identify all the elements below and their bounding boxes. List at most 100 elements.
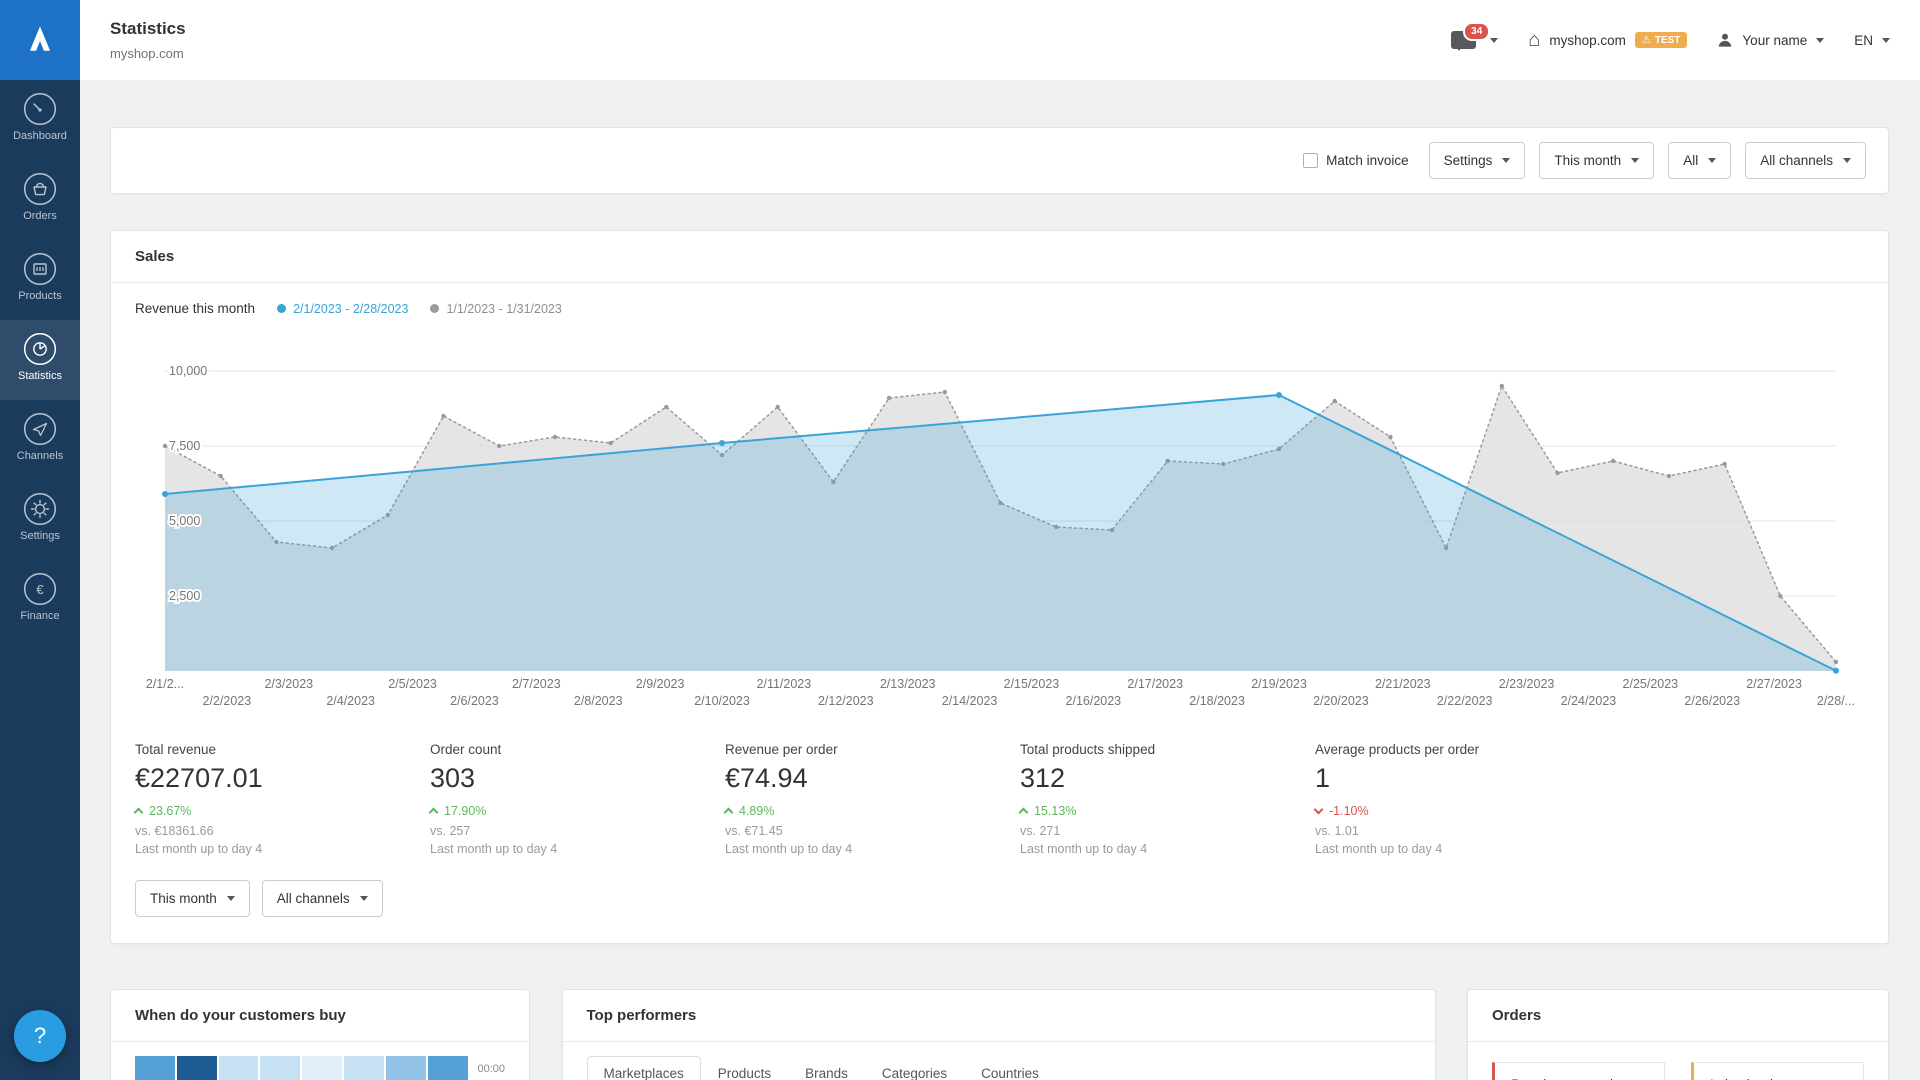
tab-countries[interactable]: Countries (964, 1056, 1056, 1080)
trend-icon (1314, 805, 1324, 815)
svg-text:2/11/2023: 2/11/2023 (757, 677, 812, 691)
kpi-note: Last month up to day 4 (1315, 842, 1610, 856)
sidebar: Dashboard Orders Products (0, 0, 80, 1080)
language-menu[interactable]: EN (1854, 33, 1890, 48)
user-menu[interactable]: Your name (1717, 32, 1824, 48)
sidebar-item-orders[interactable]: Orders (0, 160, 80, 240)
kpi-label: Revenue per order (725, 742, 1020, 757)
sales-period-dropdown[interactable]: This month (135, 880, 250, 917)
tab-brands[interactable]: Brands (788, 1056, 865, 1080)
heatmap-cell (135, 1056, 175, 1080)
orders-card: Orders Requires correction In backorder (1467, 989, 1889, 1080)
filter-bar: Match invoice Settings This month All Al… (110, 127, 1889, 194)
kpi-note: Last month up to day 4 (725, 842, 1020, 856)
finance-euro-icon: € (23, 572, 57, 606)
kpi-note: Last month up to day 4 (135, 842, 430, 856)
home-icon: ⌂ (1528, 30, 1540, 50)
help-button[interactable]: ? (14, 1010, 66, 1062)
sidebar-item-products[interactable]: Products (0, 240, 80, 320)
app-logo[interactable] (0, 0, 80, 80)
sidebar-item-channels[interactable]: Channels (0, 400, 80, 480)
legend-previous[interactable]: 1/1/2023 - 1/31/2023 (430, 302, 561, 316)
kpi-vs: vs. 271 (1020, 824, 1315, 838)
page-subtitle: myshop.com (110, 46, 186, 61)
sidebar-item-dashboard[interactable]: Dashboard (0, 80, 80, 160)
in-backorder-stat[interactable]: In backorder (1691, 1062, 1864, 1080)
svg-text:2/27/2023: 2/27/2023 (1746, 677, 1802, 691)
shop-selector[interactable]: ⌂ myshop.com ⚠TEST (1528, 30, 1687, 50)
kpi-row: Total revenue €22707.01 23.67% vs. €1836… (111, 716, 1888, 856)
orders-card-title: Orders (1468, 990, 1888, 1042)
sidebar-item-label: Channels (17, 450, 63, 462)
app-root: Dashboard Orders Products (0, 0, 1920, 1080)
channels-plane-icon (23, 412, 57, 446)
kpi-note: Last month up to day 4 (1020, 842, 1315, 856)
brand-logo-icon (17, 17, 63, 63)
sidebar-item-finance[interactable]: € Finance (0, 560, 80, 640)
messages-menu[interactable]: 34 (1451, 31, 1498, 49)
main-area: Statistics myshop.com 34 ⌂ myshop.com ⚠T… (80, 0, 1920, 1080)
requires-correction-stat[interactable]: Requires correction (1492, 1062, 1665, 1080)
sidebar-item-label: Products (18, 290, 61, 302)
page-head: Statistics myshop.com (110, 19, 186, 61)
svg-text:2/19/2023: 2/19/2023 (1251, 677, 1307, 691)
trend-icon (429, 808, 439, 818)
svg-text:2,500: 2,500 (169, 589, 200, 603)
match-invoice-option[interactable]: Match invoice (1303, 153, 1409, 168)
sales-card-title: Sales (111, 231, 1888, 283)
heatmap-row: 00:00 (135, 1056, 505, 1080)
trend-icon (1019, 808, 1029, 818)
chevron-down-icon[interactable] (1490, 38, 1498, 43)
chart-legend: Revenue this month 2/1/2023 - 2/28/2023 … (111, 283, 1888, 316)
svg-text:2/23/2023: 2/23/2023 (1499, 677, 1555, 691)
customers-buy-card: When do your customers buy 00:0001:00 (110, 989, 530, 1080)
kpi: Average products per order 1 -1.10% vs. … (1315, 742, 1610, 856)
kpi-vs: vs. 1.01 (1315, 824, 1610, 838)
user-name: Your name (1742, 33, 1807, 48)
svg-text:2/15/2023: 2/15/2023 (1004, 677, 1060, 691)
heatmap-cell (260, 1056, 300, 1080)
period-dropdown[interactable]: This month (1539, 142, 1654, 179)
svg-text:2/22/2023: 2/22/2023 (1437, 694, 1493, 708)
sidebar-item-label: Settings (20, 530, 60, 542)
messages-button[interactable]: 34 (1451, 31, 1476, 49)
heatmap-row-label: 00:00 (478, 1063, 506, 1075)
dashboard-icon (23, 92, 57, 126)
sidebar-item-statistics[interactable]: Statistics (0, 320, 80, 400)
test-badge: ⚠TEST (1635, 32, 1688, 48)
bottom-row: When do your customers buy 00:0001:00 To… (110, 989, 1889, 1080)
svg-text:2/8/2023: 2/8/2023 (574, 694, 623, 708)
channels-dropdown[interactable]: All channels (1745, 142, 1866, 179)
tab-categories[interactable]: Categories (865, 1056, 964, 1080)
sidebar-item-settings[interactable]: Settings (0, 480, 80, 560)
sales-channels-dropdown[interactable]: All channels (262, 880, 383, 917)
heatmap-cell (302, 1056, 342, 1080)
heatmap-cell (428, 1056, 468, 1080)
heatmap-cell (219, 1056, 259, 1080)
kpi: Revenue per order €74.94 4.89% vs. €71.4… (725, 742, 1020, 856)
all-dropdown[interactable]: All (1668, 142, 1731, 179)
svg-text:7,500: 7,500 (169, 439, 200, 453)
kpi-value: 303 (430, 763, 725, 794)
legend-current-dot (277, 304, 286, 313)
revenue-chart: 2,5005,0007,50010,0002/1/2...2/2/20232/3… (111, 316, 1888, 716)
svg-text:2/5/2023: 2/5/2023 (388, 677, 437, 691)
settings-dropdown[interactable]: Settings (1429, 142, 1526, 179)
tab-marketplaces[interactable]: Marketplaces (587, 1056, 701, 1080)
kpi-label: Average products per order (1315, 742, 1610, 757)
svg-text:2/25/2023: 2/25/2023 (1623, 677, 1679, 691)
chevron-down-icon (360, 896, 368, 901)
kpi-vs: vs. €71.45 (725, 824, 1020, 838)
svg-text:2/16/2023: 2/16/2023 (1066, 694, 1122, 708)
topbar-right: 34 ⌂ myshop.com ⚠TEST Your name (1451, 30, 1890, 50)
shop-name: myshop.com (1549, 33, 1626, 48)
legend-current[interactable]: 2/1/2023 - 2/28/2023 (277, 302, 408, 316)
tab-products[interactable]: Products (701, 1056, 788, 1080)
svg-text:2/24/2023: 2/24/2023 (1561, 694, 1617, 708)
match-invoice-label: Match invoice (1326, 153, 1409, 168)
sales-card: Sales Revenue this month 2/1/2023 - 2/28… (110, 230, 1889, 944)
match-invoice-checkbox[interactable] (1303, 153, 1318, 168)
svg-text:2/7/2023: 2/7/2023 (512, 677, 561, 691)
customers-buy-title: When do your customers buy (111, 990, 529, 1042)
sidebar-nav: Dashboard Orders Products (0, 80, 80, 640)
